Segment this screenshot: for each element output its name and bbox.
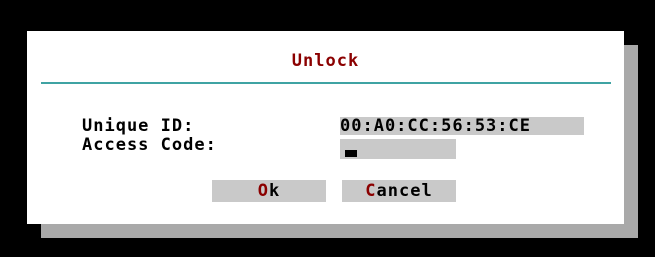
ok-button[interactable]: Ok (212, 180, 326, 202)
dialog-title: Unlock (291, 51, 360, 71)
unlock-dialog: Unlock Unique ID: Access Code: 00:A0:CC:… (27, 31, 624, 224)
cancel-button[interactable]: Cancel (342, 180, 456, 202)
unique-id-label: Unique ID: (82, 116, 195, 136)
ok-hotkey: O (257, 181, 269, 201)
ok-label-rest: k (269, 181, 281, 201)
access-code-label: Access Code: (82, 135, 217, 155)
cancel-label-rest: ancel (376, 181, 433, 201)
text-cursor (345, 150, 357, 157)
title-divider (41, 82, 611, 84)
unique-id-value: 00:A0:CC:56:53:CE (340, 117, 584, 135)
cancel-hotkey: C (365, 181, 377, 201)
access-code-input[interactable] (340, 139, 456, 159)
screen: Unlock Unique ID: Access Code: 00:A0:CC:… (0, 0, 655, 257)
